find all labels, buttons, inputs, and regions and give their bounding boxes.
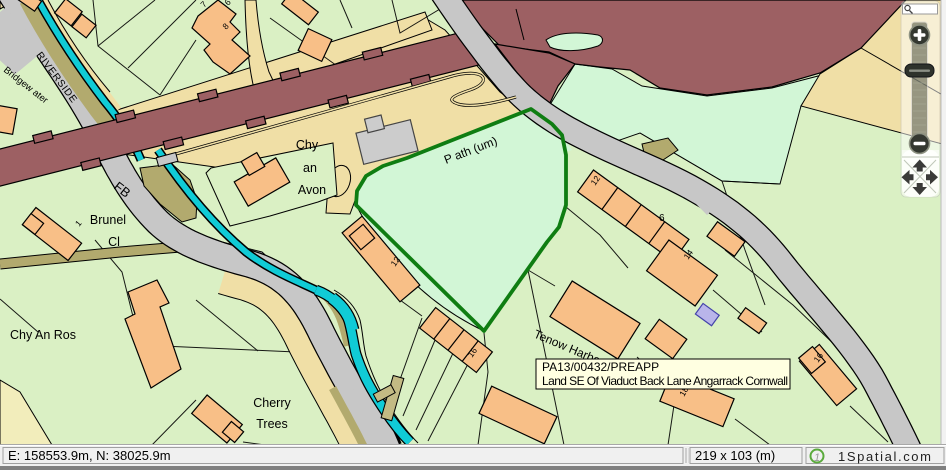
svg-text:Chy An Ros: Chy An Ros [10,328,76,342]
svg-text:1Spatial.com: 1Spatial.com [838,449,933,464]
svg-text:an: an [303,161,317,175]
svg-text:Avon: Avon [298,183,326,197]
svg-text:Trees: Trees [256,417,288,431]
svg-text:PA13/00432/PREAPP: PA13/00432/PREAPP [542,360,659,374]
svg-text:6: 6 [659,213,665,224]
svg-text:Brunel: Brunel [90,213,126,227]
svg-text:Chy: Chy [296,138,319,152]
svg-text:1: 1 [814,452,820,464]
svg-text:Cl: Cl [108,235,120,249]
svg-text:219 x 103 (m): 219 x 103 (m) [695,448,775,463]
svg-text:Cherry: Cherry [253,396,291,410]
svg-text:E: 158553.9m, N: 38025.9m: E: 158553.9m, N: 38025.9m [8,448,171,463]
svg-text:Land SE Of Viaduct Back Lane A: Land SE Of Viaduct Back Lane Angarrack C… [542,374,788,388]
